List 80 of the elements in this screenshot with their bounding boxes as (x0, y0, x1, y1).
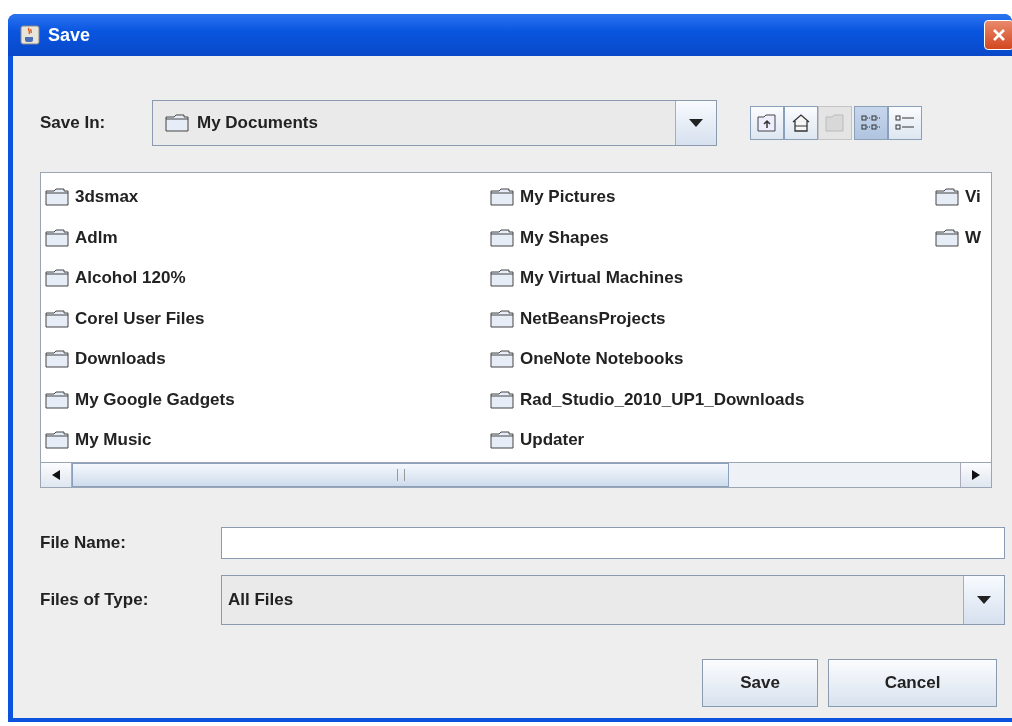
folder-item[interactable]: My Shapes (490, 222, 609, 253)
scroll-thumb[interactable] (72, 463, 729, 487)
folder-name: My Music (75, 430, 152, 451)
folder-item[interactable]: Updater (490, 425, 585, 456)
folder-item[interactable]: Corel User Files (45, 303, 205, 334)
list-view-icon (861, 114, 881, 132)
folder-name: Vi (965, 187, 981, 208)
file-name-label: File Name: (40, 533, 127, 553)
save-in-dropdown[interactable]: My Documents (152, 100, 717, 146)
folder-icon (490, 350, 514, 369)
folder-icon (490, 188, 514, 207)
home-button[interactable] (784, 106, 818, 140)
details-view-button[interactable] (888, 106, 922, 140)
file-name-field[interactable] (221, 527, 1005, 559)
folder-icon (935, 188, 959, 207)
close-button[interactable] (984, 20, 1012, 50)
folder-item[interactable]: My Virtual Machines (490, 263, 684, 294)
file-type-value: All Files (228, 590, 295, 610)
folder-icon (45, 309, 69, 328)
folder-name: My Virtual Machines (520, 268, 684, 289)
folder-name: W (965, 227, 982, 248)
folder-item[interactable]: My Google Gadgets (45, 384, 235, 415)
folder-item[interactable]: Rad_Studio_2010_UP1_Downloads (490, 384, 805, 415)
file-type-label: Files of Type: (40, 590, 150, 610)
folder-name: Rad_Studio_2010_UP1_Downloads (520, 389, 805, 410)
caret-icon (977, 596, 991, 604)
folder-item[interactable]: OneNote Notebooks (490, 344, 684, 375)
folder-item[interactable]: Adlm (45, 222, 118, 253)
folder-name: NetBeansProjects (520, 308, 666, 329)
folder-icon (45, 350, 69, 369)
folder-name: Corel User Files (75, 308, 205, 329)
folder-item[interactable]: My Music (45, 425, 152, 456)
cancel-button[interactable]: Cancel (828, 659, 997, 707)
folder-name: Alcohol 120% (75, 268, 186, 289)
save-button[interactable]: Save (702, 659, 818, 707)
folder-item[interactable]: Alcohol 120% (45, 263, 186, 294)
folder-icon (490, 269, 514, 288)
folder-item[interactable]: 3dsmax (45, 182, 139, 213)
folder-item[interactable]: W (935, 222, 982, 253)
folder-item[interactable]: Vi (935, 182, 981, 213)
close-icon (991, 27, 1007, 43)
folder-icon (45, 431, 69, 450)
folder-up-icon (757, 114, 777, 132)
folder-icon (825, 114, 845, 132)
folder-icon (490, 309, 514, 328)
folder-icon (45, 390, 69, 409)
folder-item[interactable]: My Pictures (490, 182, 616, 213)
horizontal-scrollbar[interactable] (41, 462, 991, 487)
folder-icon (45, 188, 69, 207)
up-button[interactable] (750, 106, 784, 140)
folder-name: Updater (520, 430, 585, 451)
details-view-icon (895, 114, 915, 132)
folder-icon (935, 228, 959, 247)
folder-icon (490, 390, 514, 409)
folder-icon (45, 228, 69, 247)
left-arrow-icon (52, 470, 60, 480)
home-icon (791, 113, 811, 133)
cup-icon (20, 25, 40, 45)
list-view-button[interactable] (854, 106, 888, 140)
folder-name: My Shapes (520, 227, 609, 248)
folder-name: Adlm (75, 227, 118, 248)
folder-item[interactable]: Downloads (45, 344, 166, 375)
save-in-value: My Documents (197, 113, 319, 133)
caret-icon (689, 119, 703, 127)
folder-name: Downloads (75, 349, 166, 370)
file-type-dropdown[interactable]: All Files (221, 575, 1005, 625)
scroll-left-button[interactable] (41, 463, 72, 487)
folder-item[interactable]: NetBeansProjects (490, 303, 666, 334)
folder-icon (490, 228, 514, 247)
folder-name: OneNote Notebooks (520, 349, 684, 370)
scroll-right-button[interactable] (960, 463, 991, 487)
folder-name: 3dsmax (75, 187, 139, 208)
right-arrow-icon (972, 470, 980, 480)
folder-icon (45, 269, 69, 288)
folder-name: My Google Gadgets (75, 389, 235, 410)
window-title: Save (48, 24, 91, 46)
folder-icon (165, 114, 189, 132)
folder-name: My Pictures (520, 187, 616, 208)
folder-icon (490, 431, 514, 450)
save-in-label: Save In: (40, 113, 107, 133)
